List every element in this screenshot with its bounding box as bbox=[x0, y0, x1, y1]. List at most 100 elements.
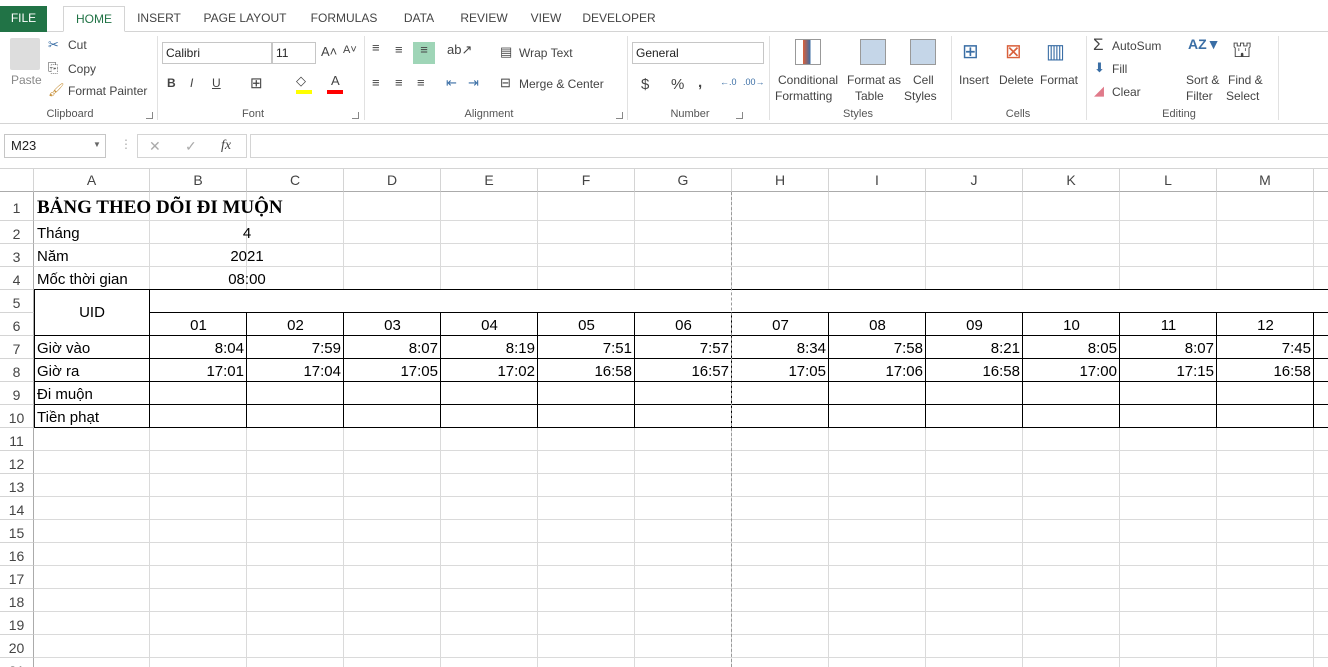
column-header-l[interactable]: L bbox=[1120, 169, 1217, 192]
cell[interactable] bbox=[150, 658, 247, 667]
align-center-icon[interactable]: ≡ bbox=[395, 75, 403, 90]
cell[interactable] bbox=[1217, 428, 1314, 451]
underline-button[interactable]: U bbox=[212, 76, 221, 90]
cell[interactable] bbox=[829, 520, 926, 543]
borders-icon[interactable]: ⊞ bbox=[250, 74, 263, 92]
cell[interactable] bbox=[344, 543, 441, 566]
cell[interactable] bbox=[829, 658, 926, 667]
cell[interactable] bbox=[1023, 520, 1120, 543]
cell[interactable] bbox=[732, 612, 829, 635]
cell[interactable] bbox=[1217, 451, 1314, 474]
cell[interactable] bbox=[829, 612, 926, 635]
cell[interactable] bbox=[1023, 566, 1120, 589]
cell[interactable] bbox=[1120, 543, 1217, 566]
cell[interactable] bbox=[829, 474, 926, 497]
cell[interactable] bbox=[1023, 451, 1120, 474]
cell[interactable] bbox=[1023, 192, 1120, 221]
cell[interactable] bbox=[926, 658, 1023, 667]
copy-button[interactable]: Copy bbox=[68, 62, 96, 76]
find-select-line2[interactable]: Select bbox=[1226, 89, 1259, 103]
cell[interactable] bbox=[1314, 428, 1328, 451]
cell[interactable] bbox=[1120, 267, 1217, 290]
column-header-e[interactable]: E bbox=[441, 169, 538, 192]
cell[interactable] bbox=[247, 428, 344, 451]
cell[interactable] bbox=[34, 520, 150, 543]
cell[interactable] bbox=[926, 244, 1023, 267]
percent-button[interactable]: % bbox=[671, 76, 684, 93]
cell[interactable] bbox=[732, 497, 829, 520]
cell[interactable] bbox=[538, 566, 635, 589]
cell[interactable] bbox=[344, 635, 441, 658]
cell[interactable] bbox=[926, 612, 1023, 635]
cell[interactable] bbox=[1217, 589, 1314, 612]
row-header-10[interactable]: 10 bbox=[0, 405, 34, 428]
cell[interactable] bbox=[732, 267, 829, 290]
row-header-14[interactable]: 14 bbox=[0, 497, 34, 520]
cell[interactable] bbox=[1217, 520, 1314, 543]
cell[interactable] bbox=[1314, 566, 1328, 589]
cell[interactable] bbox=[441, 267, 538, 290]
row-header-11[interactable]: 11 bbox=[0, 428, 34, 451]
cell[interactable] bbox=[1120, 658, 1217, 667]
cell[interactable] bbox=[732, 658, 829, 667]
formula-input[interactable] bbox=[250, 134, 1328, 158]
cell[interactable] bbox=[829, 543, 926, 566]
cell[interactable] bbox=[441, 192, 538, 221]
tab-review[interactable]: REVIEW bbox=[455, 6, 513, 32]
cell[interactable] bbox=[635, 267, 732, 290]
cell[interactable] bbox=[1023, 612, 1120, 635]
cell[interactable] bbox=[441, 635, 538, 658]
cell[interactable] bbox=[150, 520, 247, 543]
cell[interactable] bbox=[1120, 428, 1217, 451]
column-header-k[interactable]: K bbox=[1023, 169, 1120, 192]
fill-button[interactable]: Fill bbox=[1112, 62, 1127, 76]
cell[interactable] bbox=[926, 520, 1023, 543]
cell[interactable] bbox=[538, 635, 635, 658]
sort-filter-line2[interactable]: Filter bbox=[1186, 89, 1213, 103]
cell-styles-line2[interactable]: Styles bbox=[904, 89, 937, 103]
column-header-b[interactable]: B bbox=[150, 169, 247, 192]
cell[interactable] bbox=[1314, 497, 1328, 520]
cell[interactable] bbox=[538, 520, 635, 543]
cell[interactable] bbox=[1217, 221, 1314, 244]
cell[interactable] bbox=[247, 497, 344, 520]
row-header-18[interactable]: 18 bbox=[0, 589, 34, 612]
cell[interactable] bbox=[732, 244, 829, 267]
cell[interactable] bbox=[829, 635, 926, 658]
number-launcher-icon[interactable] bbox=[736, 112, 743, 119]
cell[interactable] bbox=[150, 635, 247, 658]
row-header-7[interactable]: 7 bbox=[0, 336, 34, 359]
cell[interactable] bbox=[635, 244, 732, 267]
currency-button[interactable]: $ bbox=[641, 76, 649, 93]
cell[interactable] bbox=[1023, 589, 1120, 612]
cell[interactable] bbox=[1314, 635, 1328, 658]
cell[interactable] bbox=[732, 474, 829, 497]
cell[interactable] bbox=[732, 589, 829, 612]
column-header-h[interactable]: H bbox=[732, 169, 829, 192]
column-header-g[interactable]: G bbox=[635, 169, 732, 192]
column-header-n[interactable] bbox=[1314, 169, 1328, 192]
name-box[interactable]: M23 bbox=[4, 134, 106, 158]
cell[interactable] bbox=[1314, 192, 1328, 221]
align-right-icon[interactable]: ≡ bbox=[417, 75, 425, 90]
column-header-c[interactable]: C bbox=[247, 169, 344, 192]
name-box-dropdown-icon[interactable]: ▼ bbox=[93, 140, 101, 149]
cell[interactable] bbox=[1314, 543, 1328, 566]
cell[interactable] bbox=[732, 566, 829, 589]
cell[interactable] bbox=[344, 589, 441, 612]
delete-button[interactable]: Delete bbox=[999, 73, 1034, 87]
cell[interactable] bbox=[926, 192, 1023, 221]
select-all-corner[interactable] bbox=[0, 169, 34, 192]
cell[interactable] bbox=[1217, 543, 1314, 566]
cell[interactable] bbox=[538, 221, 635, 244]
clipboard-launcher-icon[interactable] bbox=[146, 112, 153, 119]
cell[interactable] bbox=[829, 497, 926, 520]
cell[interactable] bbox=[635, 635, 732, 658]
cell[interactable] bbox=[344, 428, 441, 451]
cell[interactable] bbox=[926, 566, 1023, 589]
worksheet-grid[interactable]: A B C D E F G H I J K L M 1 2 3 4 5 6 7 8 9 10 11 12 13 14 15 16 17 18… bbox=[0, 169, 1328, 667]
cell[interactable] bbox=[441, 428, 538, 451]
cell[interactable] bbox=[1217, 267, 1314, 290]
font-name-select[interactable]: Calibri bbox=[162, 42, 272, 64]
font-color-icon[interactable]: A bbox=[331, 73, 340, 88]
